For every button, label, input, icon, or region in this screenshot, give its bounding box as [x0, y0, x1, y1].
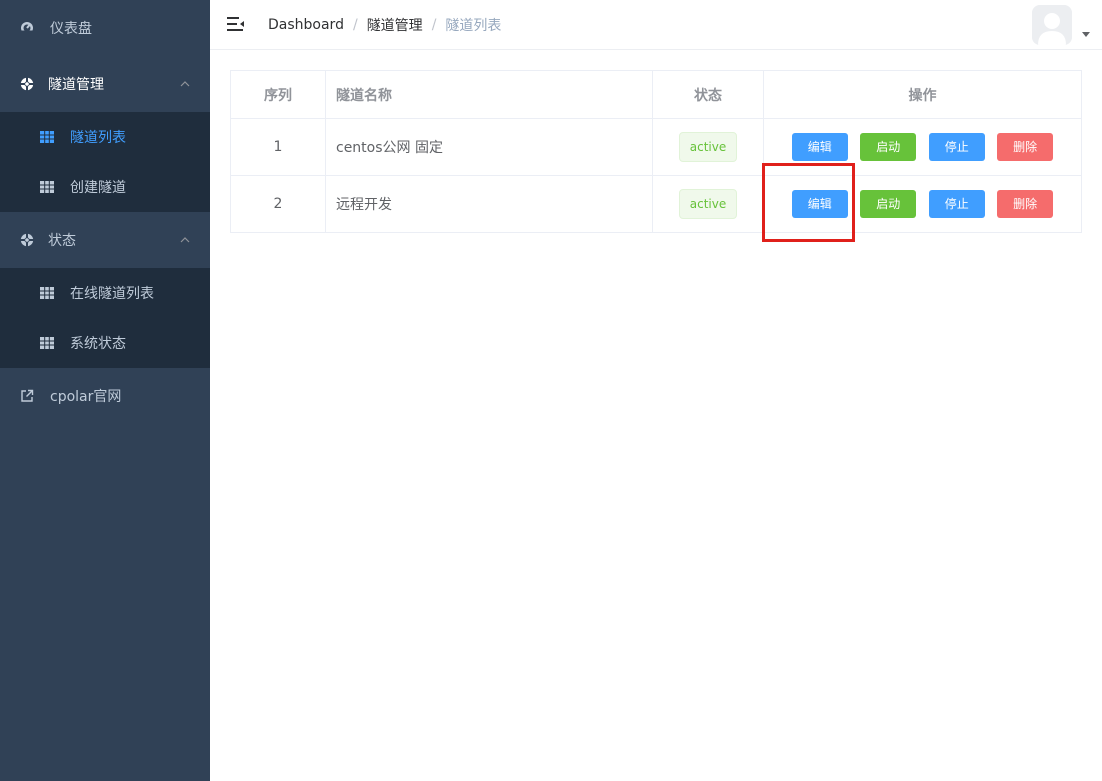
actions-cell: 编辑 启动 停止 删除 — [763, 175, 1082, 233]
breadcrumb-tunnel-management[interactable]: 隧道管理 — [367, 15, 423, 35]
stop-button[interactable]: 停止 — [928, 190, 985, 218]
breadcrumb-separator: / — [431, 17, 437, 33]
actions-cell: 编辑 启动 停止 删除 — [763, 118, 1082, 176]
table-icon — [40, 337, 54, 349]
caret-down-icon[interactable] — [1082, 32, 1090, 37]
sidebar-item-label: cpolar官网 — [50, 389, 122, 405]
breadcrumb-dashboard[interactable]: Dashboard — [268, 17, 344, 33]
sidebar-item-label: 仪表盘 — [50, 21, 92, 37]
table-row: 2 远程开发 active 编辑 启动 停止 删除 — [230, 175, 1082, 233]
sidebar-group-label: 隧道管理 — [48, 77, 104, 93]
column-header-name: 隧道名称 — [325, 70, 653, 119]
sidebar-item-dashboard[interactable]: 仪表盘 — [0, 0, 210, 56]
sidebar-item-online-tunnels[interactable]: 在线隧道列表 — [0, 268, 210, 318]
edit-button[interactable]: 编辑 — [791, 133, 848, 161]
status-cell: active — [652, 118, 764, 176]
sidebar-group-tunnel-management[interactable]: 隧道管理 — [0, 56, 210, 112]
breadcrumb-separator: / — [352, 17, 358, 33]
table-header-row: 序列 隧道名称 状态 操作 — [230, 70, 1082, 119]
sidebar-item-label: 创建隧道 — [70, 180, 126, 196]
sidebar-item-system-status[interactable]: 系统状态 — [0, 318, 210, 368]
tunnel-name: 远程开发 — [325, 175, 653, 233]
user-avatar-icon — [1032, 5, 1072, 45]
table-icon — [40, 131, 54, 143]
sidebar-item-tunnel-list[interactable]: 隧道列表 — [0, 112, 210, 162]
sidebar: 仪表盘 隧道管理 隧道列表 创建隧道 状态 在线隧道列表 系统状态 cpolar… — [0, 0, 210, 781]
external-link-icon — [21, 389, 34, 402]
sidebar-item-label: 在线隧道列表 — [70, 286, 154, 302]
chevron-up-icon — [180, 237, 190, 243]
avatar[interactable] — [1032, 5, 1072, 45]
sidebar-group-label: 状态 — [48, 233, 76, 249]
delete-button[interactable]: 删除 — [997, 133, 1054, 161]
sidebar-item-create-tunnel[interactable]: 创建隧道 — [0, 162, 210, 212]
delete-button[interactable]: 删除 — [997, 190, 1054, 218]
column-header-status: 状态 — [652, 70, 764, 119]
start-button[interactable]: 启动 — [860, 133, 917, 161]
tunnel-table-container: 序列 隧道名称 状态 操作 1 centos公网 固定 active 编辑 启动… — [230, 70, 1082, 233]
table-icon — [40, 181, 54, 193]
sidebar-item-label: 系统状态 — [70, 336, 126, 352]
table-icon — [40, 287, 54, 299]
row-index: 2 — [230, 175, 326, 233]
stop-button[interactable]: 停止 — [928, 133, 985, 161]
table-row: 1 centos公网 固定 active 编辑 启动 停止 删除 — [230, 118, 1082, 176]
column-header-index: 序列 — [230, 70, 326, 119]
tunnel-table: 序列 隧道名称 状态 操作 1 centos公网 固定 active 编辑 启动… — [230, 70, 1082, 233]
start-button[interactable]: 启动 — [860, 190, 917, 218]
column-header-actions: 操作 — [763, 70, 1082, 119]
sidebar-group-status[interactable]: 状态 — [0, 212, 210, 268]
speedometer-icon — [20, 22, 34, 35]
breadcrumb: Dashboard / 隧道管理 / 隧道列表 — [268, 0, 501, 50]
row-index: 1 — [230, 118, 326, 176]
sidebar-item-cpolar-website[interactable]: cpolar官网 — [0, 368, 210, 424]
navbar: Dashboard / 隧道管理 / 隧道列表 — [210, 0, 1102, 50]
edit-button[interactable]: 编辑 — [791, 190, 848, 218]
sidebar-item-label: 隧道列表 — [70, 130, 126, 146]
lifebuoy-icon — [20, 77, 34, 91]
submenu-status: 在线隧道列表 系统状态 — [0, 268, 210, 368]
status-badge: active — [678, 132, 738, 162]
breadcrumb-current: 隧道列表 — [445, 18, 502, 34]
status-cell: active — [652, 175, 764, 233]
submenu-tunnel-management: 隧道列表 创建隧道 — [0, 112, 210, 212]
tunnel-name: centos公网 固定 — [325, 118, 653, 176]
hamburger-icon[interactable] — [227, 16, 245, 32]
chevron-up-icon — [180, 81, 190, 87]
status-badge: active — [678, 189, 738, 219]
lifebuoy-icon — [20, 233, 34, 247]
